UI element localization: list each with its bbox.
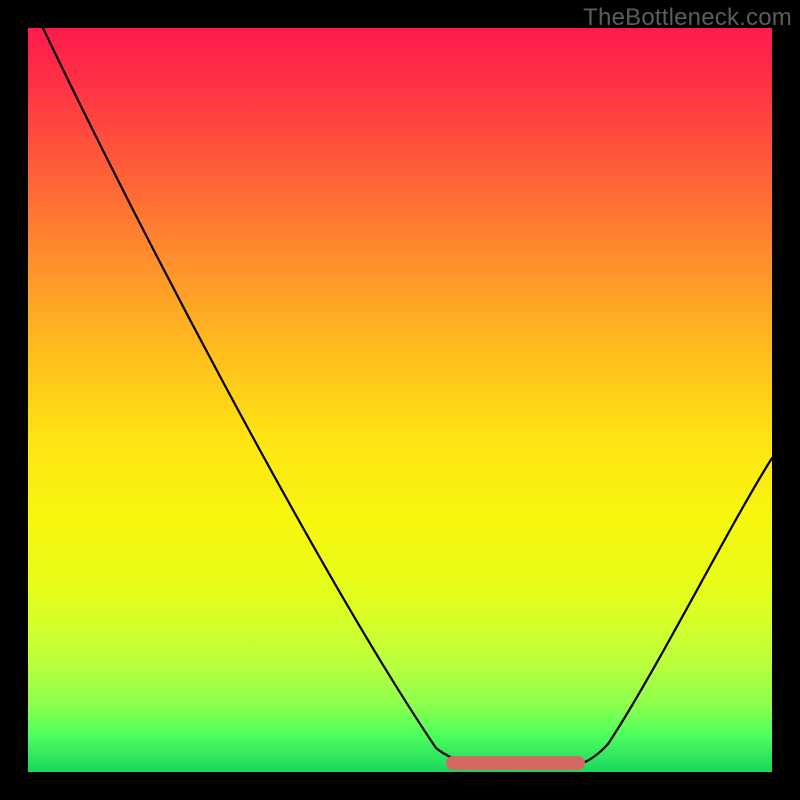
curve-layer	[28, 28, 772, 772]
bottleneck-curve	[43, 28, 772, 766]
chart-stage: TheBottleneck.com	[0, 0, 800, 800]
attribution-text: TheBottleneck.com	[583, 4, 792, 32]
plot-area	[28, 28, 772, 772]
